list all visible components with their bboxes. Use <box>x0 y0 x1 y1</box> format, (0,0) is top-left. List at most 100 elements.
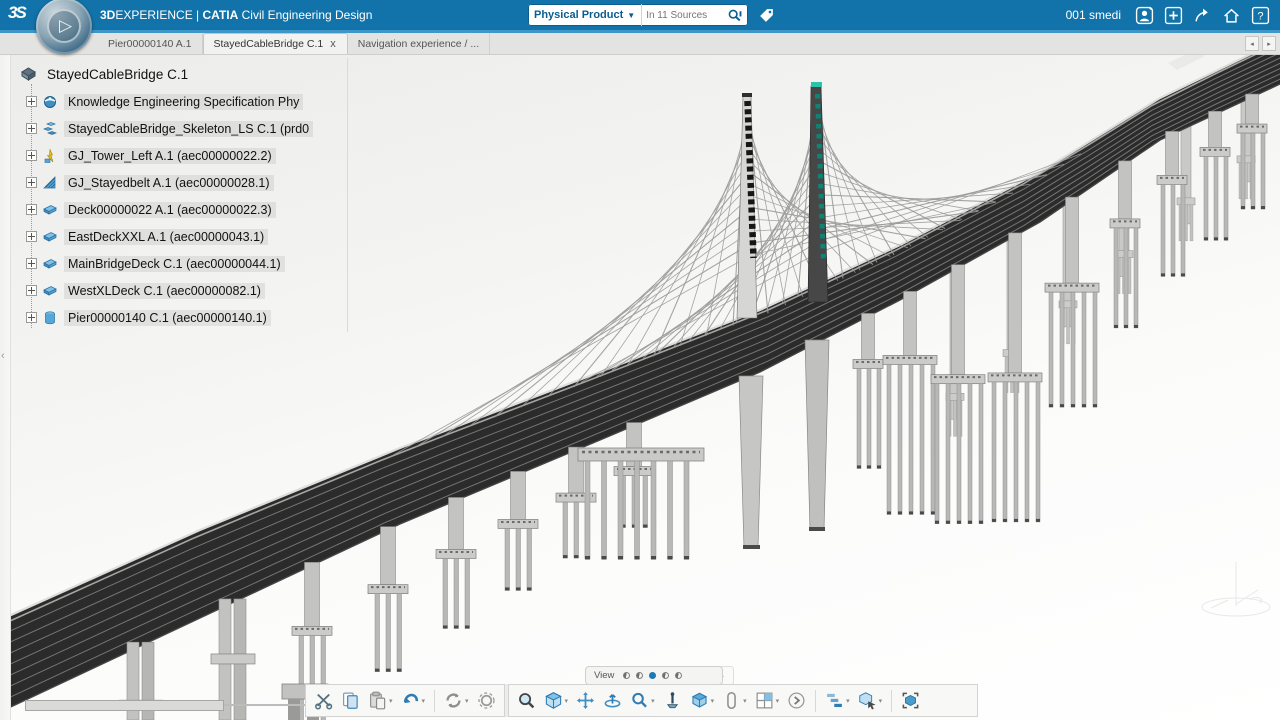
tab-0[interactable]: Pier00000140 A.1 <box>98 33 203 54</box>
copy-button[interactable] <box>338 687 363 714</box>
tree-item-label[interactable]: EastDeckXXL A.1 (aec00000043.1) <box>64 229 268 245</box>
chevron-circle-button[interactable] <box>784 687 809 714</box>
expand-plus-icon[interactable] <box>26 258 37 269</box>
tree-item-3[interactable]: GJ_Stayedbelt A.1 (aec00000028.1) <box>14 169 344 196</box>
tab-scroll-right-button[interactable]: ▸ <box>1262 36 1276 51</box>
expand-plus-icon[interactable] <box>26 150 37 161</box>
tab-1[interactable]: StayedCableBridge C.1x <box>203 33 348 54</box>
tree-item-6[interactable]: MainBridgeDeck C.1 (aec00000044.1) <box>14 250 344 277</box>
cube-cursor-button[interactable]: ▾ <box>855 687 886 714</box>
expand-plus-icon[interactable] <box>26 285 37 296</box>
tree-item-7[interactable]: WestXLDeck C.1 (aec00000082.1) <box>14 277 344 304</box>
expand-plus-icon[interactable] <box>26 96 37 107</box>
search-button[interactable] <box>721 8 748 23</box>
dropdown-arrow-icon[interactable]: ▾ <box>743 697 747 705</box>
undo-arrow-button[interactable]: ▾ <box>398 687 429 714</box>
tree-item-label[interactable]: WestXLDeck C.1 (aec00000082.1) <box>64 283 265 299</box>
update-arrows-button[interactable]: ▾ <box>441 687 472 714</box>
section-slider[interactable] <box>25 700 321 710</box>
expand-plus-icon[interactable] <box>26 177 37 188</box>
search-input[interactable] <box>642 10 721 21</box>
tag-button[interactable] <box>758 7 775 29</box>
magnifier-button[interactable] <box>514 687 539 714</box>
normal-pin-button[interactable] <box>660 687 685 714</box>
knowledge-icon <box>42 94 58 110</box>
cube-cursor-icon <box>858 691 877 710</box>
collapsed-panel-strip[interactable]: ‹ <box>0 54 11 720</box>
add-content-button[interactable] <box>1163 5 1183 25</box>
expand-plus-icon[interactable] <box>26 312 37 323</box>
view-dot-3[interactable] <box>649 672 656 679</box>
tree-item-label[interactable]: Knowledge Engineering Specification Phy <box>64 94 303 110</box>
tree-item-label[interactable]: Deck00000022 A.1 (aec00000022.3) <box>64 202 276 218</box>
search-icon <box>727 8 742 23</box>
dropdown-arrow-icon[interactable]: ▾ <box>711 697 715 705</box>
deck-icon <box>42 229 58 245</box>
paste-button[interactable]: ▾ <box>365 687 396 714</box>
tab-close-icon[interactable]: x <box>329 39 337 50</box>
tab-2[interactable]: Navigation experience / ... <box>348 33 490 54</box>
global-search[interactable]: Physical Product ▼ <box>528 4 748 26</box>
user-menu[interactable]: 001 smedi <box>1066 8 1121 22</box>
tree-item-5[interactable]: EastDeckXXL A.1 (aec00000043.1) <box>14 223 344 250</box>
tab-scroll-left-button[interactable]: ◂ <box>1245 36 1259 51</box>
dassault-logo: 3S <box>8 3 25 23</box>
tree-item-8[interactable]: Pier00000140 C.1 (aec00000140.1) <box>14 304 344 331</box>
dropdown-arrow-icon[interactable]: ▾ <box>422 697 426 705</box>
view-dot-4[interactable] <box>662 672 669 679</box>
help-button[interactable]: ? <box>1250 5 1270 25</box>
tree-item-4[interactable]: Deck00000022 A.1 (aec00000022.3) <box>14 196 344 223</box>
magnifier-blue-button[interactable]: ▾ <box>627 687 658 714</box>
tree-item-label[interactable]: MainBridgeDeck C.1 (aec00000044.1) <box>64 256 285 272</box>
frame-cube-button[interactable] <box>898 687 923 714</box>
search-scope-dropdown[interactable]: Physical Product ▼ <box>528 4 642 26</box>
dropdown-arrow-icon[interactable]: ▾ <box>846 697 850 705</box>
dropdown-arrow-icon[interactable]: ▾ <box>565 697 569 705</box>
3dexperience-compass[interactable]: ▷ <box>36 0 92 54</box>
view-dot-5[interactable] <box>675 672 682 679</box>
pier-cut-mark <box>809 527 825 531</box>
tree-item-2[interactable]: GJ_Tower_Left A.1 (aec00000022.2) <box>14 142 344 169</box>
capsule-button[interactable]: ▾ <box>719 687 750 714</box>
pylon-left-pier[interactable] <box>739 376 763 548</box>
tag-icon <box>758 7 775 24</box>
structure-tree-button[interactable]: ▾ <box>822 687 853 714</box>
home-button[interactable] <box>1221 5 1241 25</box>
view-carousel[interactable]: View <box>585 666 723 685</box>
slider-thumb[interactable] <box>25 700 224 711</box>
tree-item-1[interactable]: StayedCableBridge_Skeleton_LS C.1 (prd0 <box>14 115 344 142</box>
tree-item-label[interactable]: GJ_Stayedbelt A.1 (aec00000028.1) <box>64 175 274 191</box>
catia-3dexperience-window: { "app": { "logo": "3S", "brand_bold": "… <box>0 0 1280 720</box>
scissors-button[interactable] <box>311 687 336 714</box>
tree-item-label[interactable]: GJ_Tower_Left A.1 (aec00000022.2) <box>64 148 276 164</box>
dropdown-arrow-icon[interactable]: ▾ <box>389 697 393 705</box>
expand-plus-icon[interactable] <box>26 231 37 242</box>
view-dot-2[interactable] <box>636 672 643 679</box>
dropdown-arrow-icon[interactable]: ▾ <box>651 697 655 705</box>
tab-bar: Pier00000140 A.1StayedCableBridge C.1xNa… <box>0 33 1280 55</box>
share-button[interactable] <box>1192 5 1212 25</box>
pylon-right-pier[interactable] <box>805 340 829 530</box>
iso-cube-button[interactable]: ▾ <box>541 687 572 714</box>
split-view-button[interactable]: ▾ <box>752 687 783 714</box>
app-name: Civil Engineering Design <box>238 8 372 22</box>
dropdown-arrow-icon[interactable]: ▾ <box>776 697 780 705</box>
profile-button[interactable] <box>1134 5 1154 25</box>
pylon-right[interactable] <box>808 82 828 302</box>
gear-sphere-button[interactable] <box>474 687 499 714</box>
tree-item-label[interactable]: Pier00000140 C.1 (aec00000140.1) <box>64 310 271 326</box>
tree-item-label[interactable]: StayedCableBridge_Skeleton_LS C.1 (prd0 <box>64 121 313 137</box>
tree-item-0[interactable]: Knowledge Engineering Specification Phy <box>14 88 344 115</box>
tree-root[interactable]: StayedCableBridge C.1 <box>14 60 344 88</box>
dropdown-arrow-icon[interactable]: ▾ <box>465 697 469 705</box>
expand-plus-icon[interactable] <box>26 204 37 215</box>
view-dot-1[interactable] <box>623 672 630 679</box>
pylon-left[interactable] <box>737 93 757 318</box>
turntable-button[interactable] <box>600 687 625 714</box>
pier-cut-mark <box>743 545 760 549</box>
view-cube-button[interactable]: ▾ <box>687 687 718 714</box>
tree-root-label[interactable]: StayedCableBridge C.1 <box>43 66 192 83</box>
dropdown-arrow-icon[interactable]: ▾ <box>879 697 883 705</box>
pan-arrows-button[interactable] <box>573 687 598 714</box>
expand-plus-icon[interactable] <box>26 123 37 134</box>
